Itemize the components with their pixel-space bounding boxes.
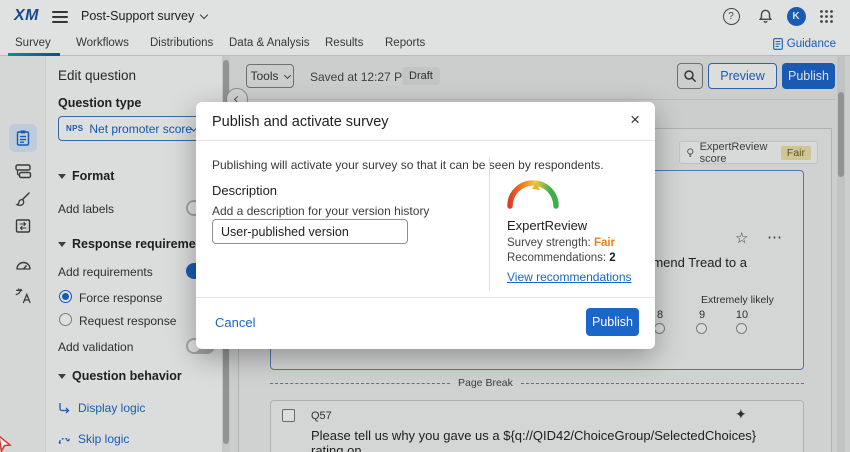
- recommendations-label: Recommendations:: [507, 252, 607, 264]
- modal-publish-label: Publish: [592, 315, 633, 329]
- expert-review-title: ExpertReview: [507, 218, 588, 233]
- modal-title: Publish and activate survey: [212, 114, 389, 130]
- cursor-pointer-mark: [0, 435, 12, 452]
- survey-strength-gauge: [507, 180, 559, 209]
- description-hint: Add a description for your version histo…: [212, 204, 430, 218]
- description-label: Description: [212, 183, 278, 198]
- publish-button-modal[interactable]: Publish: [586, 308, 639, 336]
- version-description-input[interactable]: [212, 219, 408, 244]
- publish-modal: Publish and activate survey × Publishing…: [196, 102, 655, 349]
- modal-vertical-divider: [489, 158, 490, 290]
- modal-header-divider: [196, 140, 655, 141]
- close-icon[interactable]: ×: [630, 110, 640, 130]
- recommendations-value: 2: [609, 252, 616, 264]
- modal-footer-divider: [196, 297, 655, 298]
- recommendations-line: Recommendations: 2: [507, 252, 616, 264]
- qualtrics-survey-editor: XM Post-Support survey ? K Survey Workfl…: [0, 0, 850, 452]
- survey-strength-value: Fair: [593, 237, 616, 249]
- view-recommendations-link[interactable]: View recommendations: [507, 270, 632, 284]
- survey-strength-line: Survey strength: Fair: [507, 237, 615, 249]
- survey-strength-label: Survey strength:: [507, 237, 591, 249]
- modal-body-text: Publishing will activate your survey so …: [212, 158, 604, 172]
- cancel-button[interactable]: Cancel: [215, 315, 255, 330]
